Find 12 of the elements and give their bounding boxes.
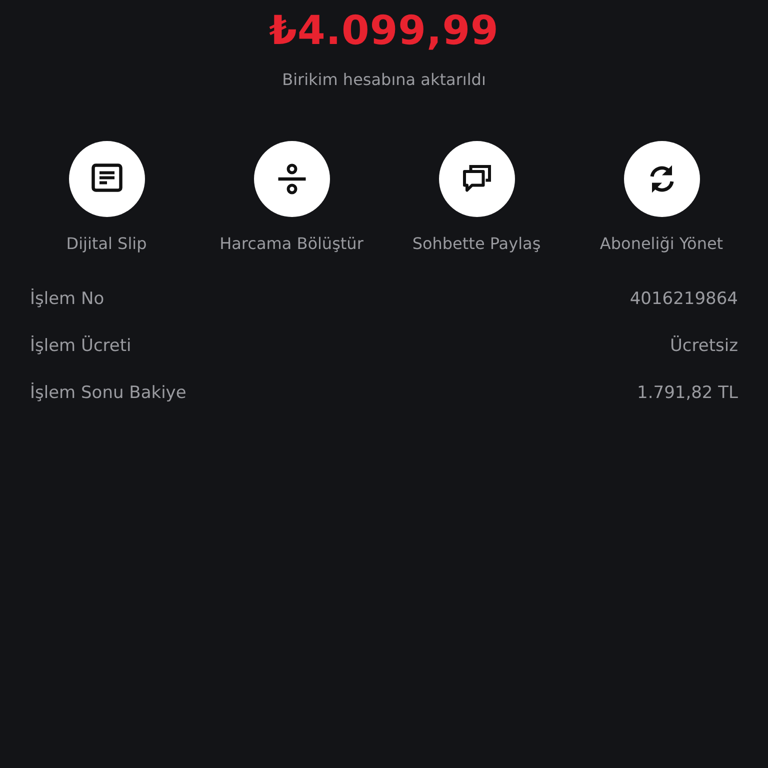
detail-value: Ücretsiz bbox=[670, 335, 738, 358]
amount: ₺4.099,99 bbox=[269, 8, 499, 54]
detail-label: İşlem No bbox=[30, 288, 104, 311]
status-text: Birikim hesabına aktarıldı bbox=[282, 70, 486, 89]
action-label: Sohbette Paylaş bbox=[412, 234, 541, 253]
detail-value: 1.791,82 TL bbox=[637, 382, 738, 405]
detail-value: 4016219864 bbox=[630, 288, 738, 311]
detail-label: İşlem Ücreti bbox=[30, 335, 132, 358]
action-label: Dijital Slip bbox=[66, 234, 147, 253]
action-label: Harcama Bölüştür bbox=[220, 234, 364, 253]
detail-label: İşlem Sonu Bakiye bbox=[30, 382, 186, 405]
action-label: Aboneliği Yönet bbox=[600, 234, 724, 253]
